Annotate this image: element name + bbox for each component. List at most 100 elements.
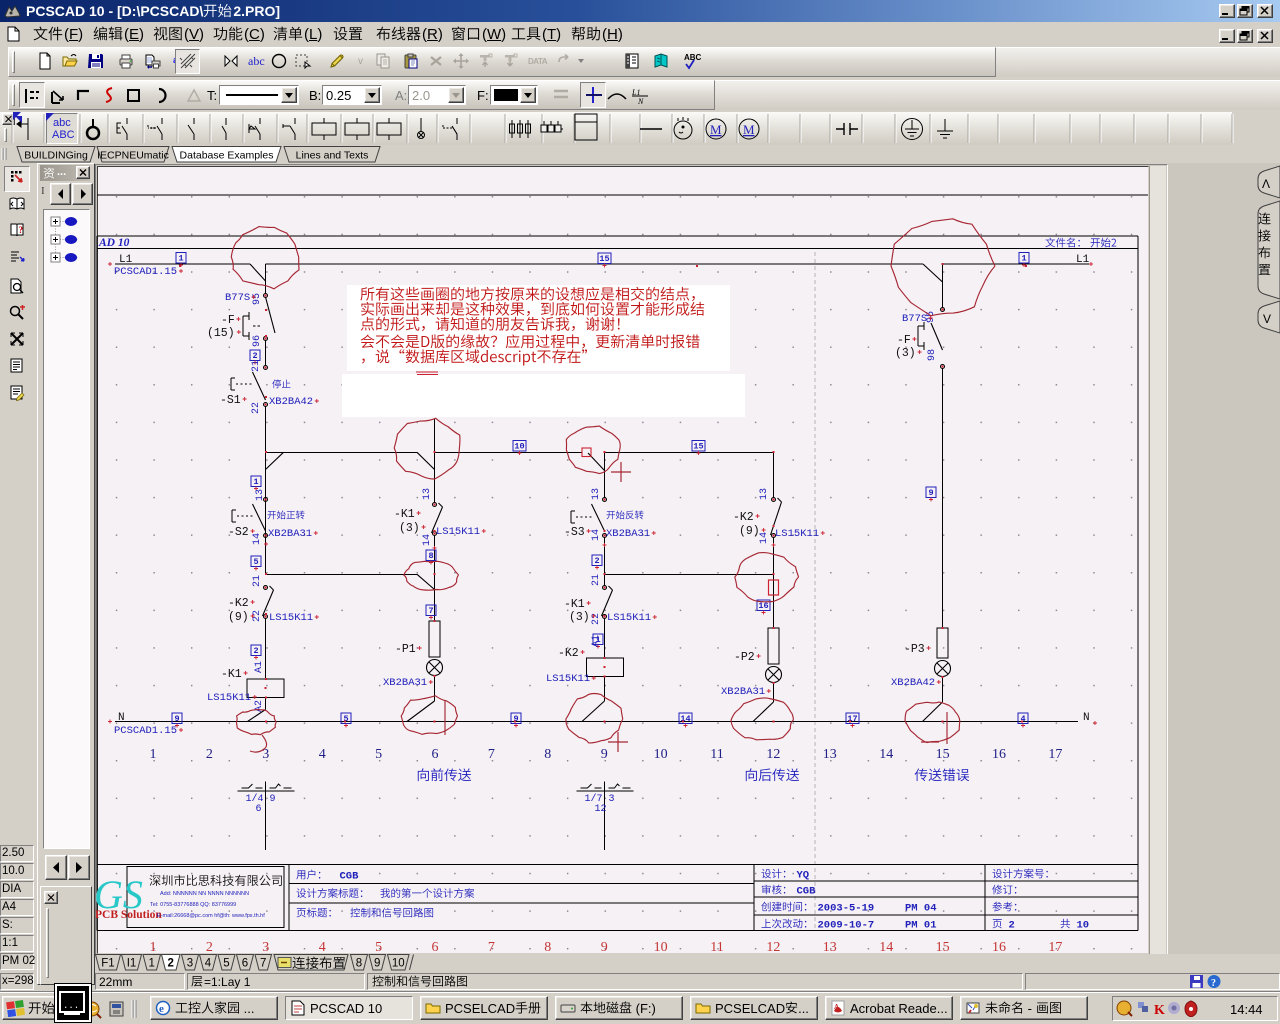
svg-text:N: N bbox=[118, 712, 125, 724]
svg-text:F1: F1 bbox=[101, 958, 114, 970]
svg-text:2: 2 bbox=[252, 351, 257, 361]
svg-text:(9): (9) bbox=[739, 525, 760, 538]
svg-text:9: 9 bbox=[270, 794, 276, 805]
svg-text:-F: -F bbox=[897, 334, 911, 347]
svg-text:XB2BA31: XB2BA31 bbox=[721, 686, 765, 698]
svg-text:13: 13 bbox=[255, 489, 266, 501]
svg-text:(15): (15) bbox=[207, 327, 235, 340]
svg-text:AD 10: AD 10 bbox=[98, 237, 130, 249]
svg-text:-P3: -P3 bbox=[904, 643, 925, 656]
svg-text:PCSCAD1.15: PCSCAD1.15 bbox=[114, 266, 177, 278]
svg-text:LS15K11: LS15K11 bbox=[775, 528, 819, 540]
svg-text:15: 15 bbox=[599, 254, 609, 264]
svg-text:9: 9 bbox=[374, 958, 380, 970]
svg-text:LS15K11: LS15K11 bbox=[436, 526, 480, 538]
svg-text:6: 6 bbox=[432, 747, 439, 762]
svg-text:9: 9 bbox=[601, 747, 608, 762]
svg-text:-K1: -K1 bbox=[221, 668, 242, 681]
svg-text:5: 5 bbox=[375, 747, 382, 762]
svg-text:7: 7 bbox=[260, 958, 266, 970]
svg-text:96: 96 bbox=[252, 335, 263, 347]
svg-text:13: 13 bbox=[823, 940, 837, 955]
svg-text:4: 4 bbox=[319, 747, 326, 762]
svg-text:7: 7 bbox=[488, 940, 495, 955]
svg-text:9: 9 bbox=[601, 940, 608, 955]
svg-text:PM 01: PM 01 bbox=[905, 920, 937, 932]
svg-text:PCB Solution: PCB Solution bbox=[95, 909, 162, 921]
svg-text:14: 14 bbox=[759, 532, 770, 544]
svg-text:10: 10 bbox=[392, 958, 405, 970]
svg-text:13: 13 bbox=[823, 747, 837, 762]
svg-text:XB2BA42: XB2BA42 bbox=[891, 677, 935, 689]
svg-text:(3): (3) bbox=[569, 611, 590, 624]
svg-text:1: 1 bbox=[149, 958, 155, 970]
svg-text:4: 4 bbox=[205, 958, 212, 970]
svg-text:-P1: -P1 bbox=[395, 643, 416, 656]
svg-text:1: 1 bbox=[178, 254, 183, 264]
svg-text:10: 10 bbox=[654, 940, 668, 955]
svg-text:11: 11 bbox=[710, 940, 723, 955]
svg-text:10: 10 bbox=[654, 747, 668, 762]
svg-text:-S1: -S1 bbox=[220, 394, 241, 407]
svg-text:-K2: -K2 bbox=[228, 597, 249, 610]
svg-text:5: 5 bbox=[223, 958, 229, 970]
svg-text:13: 13 bbox=[759, 488, 770, 500]
svg-text:12: 12 bbox=[595, 804, 607, 815]
svg-text:LS15K11: LS15K11 bbox=[607, 612, 651, 624]
svg-text:17: 17 bbox=[847, 714, 857, 724]
svg-text:L1: L1 bbox=[119, 254, 133, 266]
svg-text:-F: -F bbox=[221, 314, 235, 327]
svg-text:4: 4 bbox=[319, 940, 326, 955]
svg-text:-K2: -K2 bbox=[733, 511, 754, 524]
svg-text:Add: NNNNNN NN NNNN NNNNNN: Add: NNNNNN NN NNNN NNNNNN bbox=[160, 891, 249, 897]
svg-text:6: 6 bbox=[256, 804, 262, 815]
svg-text:21: 21 bbox=[591, 574, 602, 586]
svg-text:13: 13 bbox=[422, 488, 433, 500]
svg-text:22: 22 bbox=[591, 613, 602, 625]
svg-text:1: 1 bbox=[253, 477, 258, 487]
svg-text:N: N bbox=[1083, 712, 1090, 724]
svg-text:A1: A1 bbox=[254, 661, 265, 673]
svg-text:Tel: 0755-83776888 QQ: 8377: Tel: 0755-83776888 QQ: 83776999 bbox=[150, 902, 236, 908]
svg-text:15: 15 bbox=[936, 940, 950, 955]
svg-text:CGB: CGB bbox=[340, 871, 360, 883]
svg-text:?: ? bbox=[1211, 978, 1216, 989]
svg-text:17: 17 bbox=[1048, 940, 1062, 955]
svg-text:e: e bbox=[159, 1003, 164, 1015]
svg-text:5: 5 bbox=[375, 940, 382, 955]
svg-text:-S3: -S3 bbox=[564, 526, 585, 539]
svg-text:5: 5 bbox=[253, 557, 258, 567]
svg-text:11: 11 bbox=[710, 747, 723, 762]
svg-text:A: A bbox=[834, 1003, 839, 1011]
svg-text:3: 3 bbox=[187, 958, 193, 970]
svg-text:2: 2 bbox=[168, 958, 174, 970]
svg-text:3: 3 bbox=[609, 794, 615, 805]
svg-text:7: 7 bbox=[428, 606, 433, 616]
svg-text:16: 16 bbox=[758, 601, 768, 611]
svg-text:21: 21 bbox=[252, 575, 263, 587]
svg-text:14: 14 bbox=[252, 533, 263, 545]
svg-text:13: 13 bbox=[591, 488, 602, 500]
svg-text:12: 12 bbox=[766, 747, 780, 762]
svg-text:14: 14 bbox=[680, 714, 690, 724]
svg-text:XB2BA31: XB2BA31 bbox=[606, 528, 650, 540]
svg-text:B77S: B77S bbox=[902, 313, 927, 325]
svg-text:LS15K11: LS15K11 bbox=[207, 692, 251, 704]
svg-text:-P2: -P2 bbox=[734, 651, 755, 664]
svg-text:...: ... bbox=[63, 1001, 79, 1011]
svg-text:A1: A1 bbox=[591, 635, 602, 647]
svg-text:16: 16 bbox=[992, 940, 1006, 955]
svg-text:15: 15 bbox=[693, 442, 703, 452]
svg-text:2: 2 bbox=[253, 646, 258, 656]
svg-text:LS15K11: LS15K11 bbox=[269, 612, 313, 624]
svg-text:XB2BA31: XB2BA31 bbox=[268, 528, 312, 540]
svg-text:L1: L1 bbox=[1076, 254, 1090, 266]
svg-text:2003-5-19: 2003-5-19 bbox=[818, 903, 875, 915]
svg-text:E-mail:26668@pc.com hf@th: www: E-mail:26668@pc.com hf@th: www.fps.th.hf bbox=[157, 913, 265, 919]
svg-text:(3): (3) bbox=[895, 347, 916, 360]
svg-text:1: 1 bbox=[1021, 254, 1026, 264]
svg-text:2: 2 bbox=[1009, 920, 1015, 932]
svg-text:10: 10 bbox=[1077, 920, 1090, 932]
svg-text:XB2BA42: XB2BA42 bbox=[269, 396, 313, 408]
svg-text:XB2BA31: XB2BA31 bbox=[383, 677, 427, 689]
